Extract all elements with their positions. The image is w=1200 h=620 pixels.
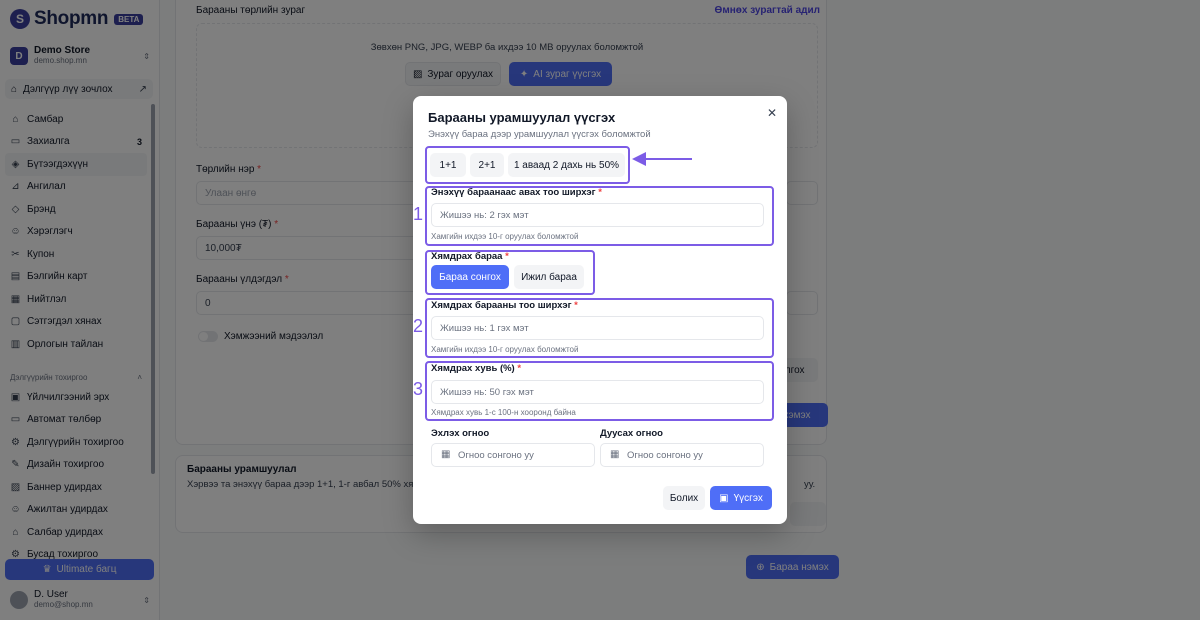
save-icon: ▣ (719, 492, 729, 504)
start-date-picker[interactable]: ▦ Огноо сонгоно уу (431, 443, 595, 467)
annotation-box-disc-product (425, 250, 595, 295)
annotation-box-presets (425, 146, 630, 184)
end-date-placeholder: Огноо сонгоно уу (627, 450, 703, 461)
annotation-arrow-icon (632, 152, 692, 166)
start-date-placeholder: Огноо сонгоно уу (458, 450, 534, 461)
annotation-box-disc-qty (425, 298, 774, 358)
annotation-number-3: 3 (413, 379, 424, 399)
start-date-label: Эхлэх огноо (431, 428, 490, 439)
calendar-icon: ▦ (441, 449, 451, 460)
end-date-picker[interactable]: ▦ Огноо сонгоно уу (600, 443, 764, 467)
calendar-icon: ▦ (610, 449, 620, 460)
modal-subtitle: Энэхүү бараа дээр урамшуулал үүсгэх боло… (428, 129, 651, 140)
annotation-number-2: 2 (413, 316, 424, 336)
end-date-label: Дуусах огноо (600, 428, 663, 439)
annotation-box-buy-qty (425, 186, 774, 246)
modal-title: Барааны урамшуулал үүсгэх (428, 110, 616, 125)
create-label: Үүсгэх (733, 492, 763, 504)
close-icon[interactable]: ✕ (767, 106, 777, 120)
annotation-box-disc-pct (425, 361, 774, 421)
create-button[interactable]: ▣ Үүсгэх (710, 486, 772, 510)
annotation-number-1: 1 (413, 204, 424, 224)
cancel-button[interactable]: Болих (663, 486, 705, 510)
